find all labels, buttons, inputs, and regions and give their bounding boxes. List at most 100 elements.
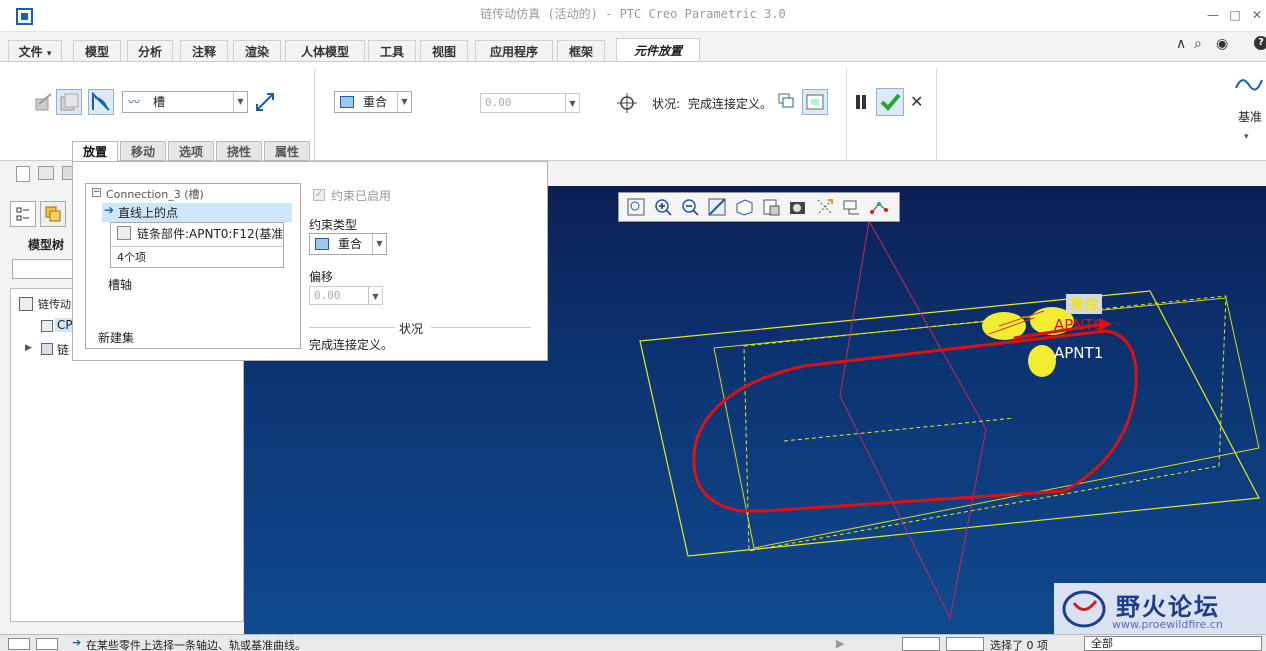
assembly-icon xyxy=(19,297,33,311)
chevron-down-icon: ▼ xyxy=(368,287,382,304)
tab-component-placement[interactable]: 元件放置 xyxy=(616,38,700,61)
slot-icon: 〰 xyxy=(128,95,141,109)
flip-icon[interactable] xyxy=(252,89,278,115)
display-style-icon[interactable] xyxy=(760,196,782,218)
subtab-flexibility[interactable]: 挠性 xyxy=(216,141,262,161)
selection-filter-dropdown[interactable]: 全部 xyxy=(1084,636,1262,651)
tab-view[interactable]: 视图 xyxy=(420,40,468,62)
tab-annotate[interactable]: 注释 xyxy=(180,40,228,62)
maximize-button[interactable]: □ xyxy=(1224,6,1246,24)
ribbon-separator xyxy=(314,68,315,160)
slot-axis-item[interactable]: 槽轴 xyxy=(108,276,132,293)
subassembly-icon xyxy=(41,343,53,355)
regen-icon[interactable] xyxy=(902,637,940,651)
constraint-item-selected[interactable]: ➔ 直线上的点 xyxy=(102,203,292,222)
part-icon xyxy=(117,226,131,240)
constraint-enabled-label: 约束已启用 xyxy=(331,189,392,203)
datum-icon[interactable] xyxy=(1234,70,1264,100)
offset-label: 偏移 xyxy=(309,270,334,284)
spin-center-icon[interactable] xyxy=(868,196,890,218)
close-button[interactable]: ✕ xyxy=(1246,6,1266,24)
message-arrow-icon: ➔ xyxy=(72,636,82,649)
search-icon[interactable]: ⌕ xyxy=(1194,36,1202,52)
navigator-toggle-icon[interactable] xyxy=(8,638,30,650)
repaint-icon[interactable] xyxy=(706,196,728,218)
component-icon[interactable] xyxy=(56,89,82,115)
apnt0-label: APNT0 xyxy=(1054,316,1104,334)
offset-field[interactable]: 0.00 ▼ xyxy=(309,286,383,305)
annotation-display-icon[interactable] xyxy=(841,196,863,218)
subtab-placement[interactable]: 放置 xyxy=(72,141,118,162)
coincident-icon xyxy=(340,96,354,108)
title-bar: 链传动仿真 (活动的) - PTC Creo Parametric 3.0 — … xyxy=(0,0,1266,32)
tab-render[interactable]: 渲染 xyxy=(233,40,281,62)
coincident-tag[interactable]: 重合 xyxy=(1066,294,1102,314)
layers-tab-icon[interactable] xyxy=(40,201,66,227)
tab-applications[interactable]: 应用程序 xyxy=(475,40,553,62)
collapse-icon[interactable]: − xyxy=(92,188,101,197)
constraint-type-dropdown[interactable]: 重合 ▼ xyxy=(309,233,387,255)
datum-display-icon[interactable] xyxy=(814,196,836,218)
tab-file-label: 文件 xyxy=(18,45,43,59)
ribbon-constraint-dropdown[interactable]: 重合 ▼ xyxy=(334,91,412,113)
ribbon-separator xyxy=(936,68,937,160)
chevron-down-icon[interactable]: ▾ xyxy=(1244,132,1249,142)
tab-file[interactable]: 文件 ▾ xyxy=(8,40,62,62)
constraint-type-value: 重合 xyxy=(338,237,363,251)
cancel-icon[interactable]: ✕ xyxy=(910,92,923,111)
component-window-icon[interactable] xyxy=(802,89,828,115)
chevron-down-icon: ▼ xyxy=(372,234,386,254)
status-divider-left xyxy=(309,327,395,328)
status-divider-right xyxy=(431,327,531,328)
connection-type-value: 槽 xyxy=(153,95,166,109)
play-icon[interactable]: ▶ xyxy=(836,637,844,650)
ribbon-offset-field[interactable]: 0.00 ▼ xyxy=(480,93,580,113)
tab-tools[interactable]: 工具 xyxy=(368,40,416,62)
connection-type-dropdown[interactable]: 〰 槽 ▼ xyxy=(122,91,248,113)
ribbon-offset-value: 0.00 xyxy=(485,96,512,109)
new-set-link[interactable]: 新建集 xyxy=(98,329,134,346)
subtab-properties[interactable]: 属性 xyxy=(264,141,310,161)
tree-item-chain[interactable]: 链 xyxy=(57,341,69,358)
new-file-icon[interactable] xyxy=(16,166,30,182)
open-file-icon[interactable] xyxy=(38,166,54,180)
tab-manikin[interactable]: 人体模型 xyxy=(285,40,365,62)
minimize-button[interactable]: — xyxy=(1202,6,1224,24)
mechanism-connection-icon[interactable] xyxy=(88,89,114,115)
subtab-options[interactable]: 选项 xyxy=(168,141,214,161)
help-icon[interactable]: ? xyxy=(1254,36,1266,50)
collapse-ribbon-icon[interactable]: ∧ xyxy=(1176,36,1186,52)
pause-icon[interactable] xyxy=(854,94,868,110)
find-icon[interactable] xyxy=(946,637,984,651)
model-tree-tab-icon[interactable] xyxy=(10,201,36,227)
browser-toggle-icon[interactable] xyxy=(36,638,58,650)
zoom-in-icon[interactable] xyxy=(652,196,674,218)
reference-count[interactable]: 4个项 xyxy=(117,249,146,265)
watermark: 野火论坛 www.proewildfire.cn xyxy=(1054,583,1266,634)
chevron-down-icon: ▾ xyxy=(46,49,52,59)
refit-icon[interactable] xyxy=(625,196,647,218)
connection-title[interactable]: Connection_3 (槽) xyxy=(106,186,204,202)
selection-count: 选择了 0 项 xyxy=(990,639,1048,651)
tab-model[interactable]: 模型 xyxy=(73,40,121,62)
zoom-out-icon[interactable] xyxy=(679,196,701,218)
expand-icon[interactable]: ▶ xyxy=(25,343,32,353)
status-message: 在某些零件上选择一条轴边、轨或基准曲线。 xyxy=(86,639,306,651)
tree-item-assembly[interactable]: 链传动 xyxy=(38,296,71,312)
perspective-icon[interactable] xyxy=(787,196,809,218)
ok-button[interactable] xyxy=(876,88,904,116)
reference-collector[interactable]: 链条部件:APNT0:F12(基准点) 4个项 xyxy=(110,222,284,268)
tab-analysis[interactable]: 分析 xyxy=(127,40,173,62)
ribbon-separator xyxy=(846,68,847,160)
user-defined-icon[interactable] xyxy=(30,89,56,115)
reference-item[interactable]: 链条部件:APNT0:F12(基准点) xyxy=(137,225,283,242)
constraint-enabled-checkbox[interactable]: ✓ xyxy=(313,189,325,201)
subtab-move[interactable]: 移动 xyxy=(120,141,166,161)
chevron-down-icon: ▼ xyxy=(565,94,579,112)
arrow-right-icon: ➔ xyxy=(104,203,115,217)
tree-filter-input[interactable] xyxy=(12,259,74,279)
tab-framework[interactable]: 框架 xyxy=(557,40,605,62)
separate-window-icon[interactable] xyxy=(775,89,797,111)
saved-orientations-icon[interactable] xyxy=(733,196,755,218)
community-icon[interactable]: ◉ xyxy=(1216,36,1228,52)
